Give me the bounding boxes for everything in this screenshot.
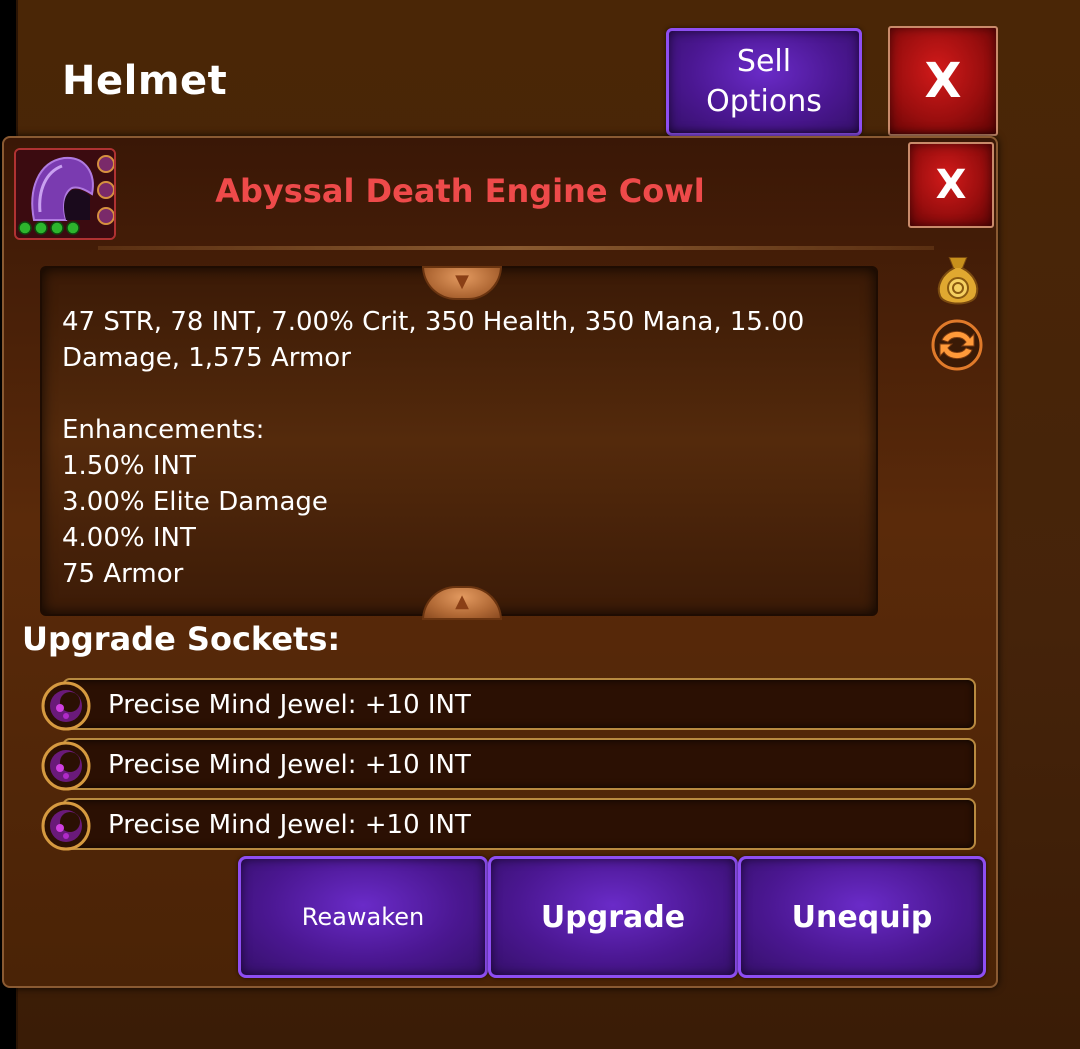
reawaken-button[interactable]: Reawaken [238, 856, 488, 978]
scroll-down-button[interactable]: ▲ [422, 586, 502, 620]
sell-options-label-line2: Options [706, 84, 822, 119]
close-dialog-label: X [935, 162, 967, 208]
close-dialog-button[interactable]: X [908, 142, 994, 228]
socket-row[interactable]: Precise Mind Jewel: +10 INT [62, 798, 976, 850]
upgrade-label: Upgrade [540, 899, 686, 935]
unequip-label: Unequip [791, 899, 933, 935]
purple-jewel-icon [40, 740, 92, 792]
enhancement-item: 1.50% INT [62, 451, 196, 481]
socket-label: Precise Mind Jewel: +10 INT [108, 690, 471, 720]
enhancement-item: 4.00% INT [62, 523, 196, 553]
close-window-label: X [924, 53, 962, 109]
page-title: Helmet [62, 58, 228, 104]
title-divider [98, 246, 934, 250]
stats-line: Damage, 1,575 Armor [62, 343, 351, 373]
enhancements-title: Enhancements: [62, 415, 265, 445]
upgrade-button[interactable]: Upgrade [488, 856, 738, 978]
enhancement-item: 3.00% Elite Damage [62, 487, 328, 517]
reawaken-label: Reawaken [301, 903, 425, 931]
hooded-cowl-icon [14, 148, 116, 240]
purple-jewel-icon [40, 680, 92, 732]
item-name: Abyssal Death Engine Cowl [215, 172, 705, 210]
unequip-button[interactable]: Unequip [738, 856, 986, 978]
upgrade-sockets-title: Upgrade Sockets: [22, 620, 341, 658]
purple-jewel-icon [40, 800, 92, 852]
item-stats-panel[interactable]: 47 STR, 78 INT, 7.00% Crit, 350 Health, … [40, 266, 878, 616]
stats-line: 47 STR, 78 INT, 7.00% Crit, 350 Health, … [62, 307, 805, 337]
gold-bag-icon[interactable] [934, 252, 982, 312]
scroll-down-arrow-icon: ▲ [455, 591, 469, 612]
close-window-button[interactable]: X [888, 26, 998, 136]
swap-arrows-icon[interactable] [930, 318, 984, 376]
socket-row[interactable]: Precise Mind Jewel: +10 INT [62, 678, 976, 730]
sell-options-label-line1: Sell [736, 44, 792, 79]
scroll-up-arrow-icon: ▼ [455, 271, 469, 292]
socket-label: Precise Mind Jewel: +10 INT [108, 810, 471, 840]
socket-row[interactable]: Precise Mind Jewel: +10 INT [62, 738, 976, 790]
socket-label: Precise Mind Jewel: +10 INT [108, 750, 471, 780]
scroll-up-button[interactable]: ▼ [422, 266, 502, 300]
sell-options-button[interactable]: Sell Options [666, 28, 862, 136]
item-stats-text: 47 STR, 78 INT, 7.00% Crit, 350 Health, … [62, 304, 862, 592]
